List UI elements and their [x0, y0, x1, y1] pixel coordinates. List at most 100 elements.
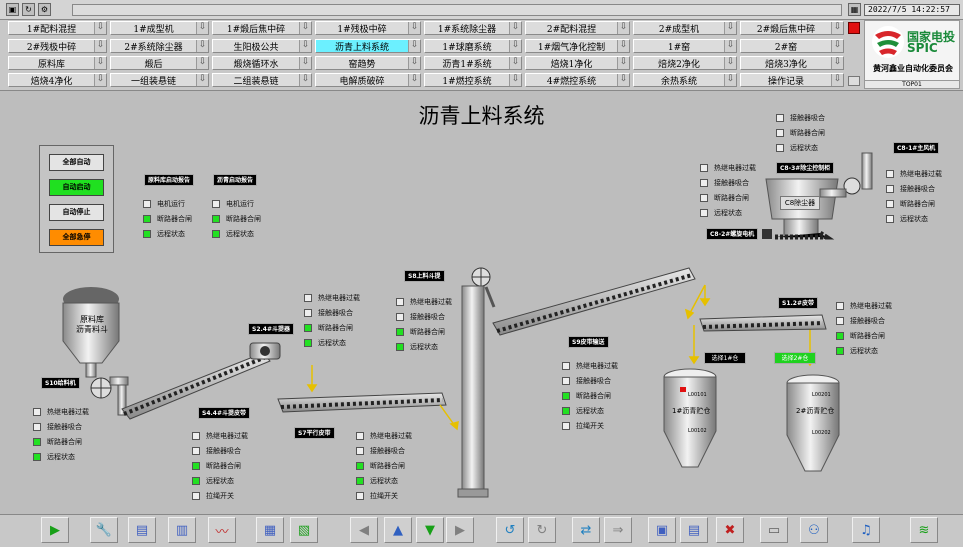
- silo-2[interactable]: [786, 374, 840, 472]
- arrow-down-icon[interactable]: ⇩: [408, 74, 420, 86]
- list-icon[interactable]: ▤: [128, 517, 156, 543]
- arrow-down-icon[interactable]: ⇩: [94, 22, 106, 34]
- tag-s2[interactable]: S2.4#斗提器: [248, 323, 294, 335]
- nav-button[interactable]: 2#系统除尘器 ⇩: [110, 39, 209, 53]
- switch-icon[interactable]: ⇄: [572, 517, 600, 543]
- arrow-down-icon[interactable]: ⇩: [831, 74, 843, 86]
- nav-button[interactable]: 操作记录 ⇩: [740, 73, 844, 87]
- tag-c8-panel[interactable]: C8-3#除尘控制柜: [776, 162, 835, 174]
- alarm-indicator[interactable]: [848, 22, 860, 34]
- tag-s9[interactable]: S9皮带输送: [568, 336, 609, 348]
- arrow-down-icon[interactable]: ⇩: [299, 40, 311, 52]
- nav-button[interactable]: 煅后 ⇩: [110, 56, 209, 70]
- report-icon[interactable]: ▥: [168, 517, 196, 543]
- arrow-down-icon[interactable]: ⇩: [831, 22, 843, 34]
- settings-icon[interactable]: ⚙: [38, 3, 51, 16]
- arrow-down-icon[interactable]: ⇩: [299, 74, 311, 86]
- arrow-down-icon[interactable]: ⇩: [94, 40, 106, 52]
- nav-button[interactable]: 原料库 ⇩: [8, 56, 107, 70]
- tag-pitch-start[interactable]: 沥青启动报告: [213, 174, 258, 186]
- arrow-down-icon[interactable]: ⇩: [724, 57, 736, 69]
- nav-button[interactable]: 焙烧1净化 ⇩: [525, 56, 630, 70]
- arrow-down-icon[interactable]: ⇩: [617, 57, 629, 69]
- select-silo-1[interactable]: 选择1#仓: [704, 352, 746, 364]
- silo-1[interactable]: [663, 368, 717, 468]
- tag-s10[interactable]: S10给料机: [41, 377, 80, 389]
- nav-button[interactable]: 沥青上料系统 ⇩: [315, 39, 421, 53]
- arrow-down-icon[interactable]: ⇩: [617, 74, 629, 86]
- arrow-down-icon[interactable]: ⇩: [196, 57, 208, 69]
- right-arrow-icon[interactable]: ▶: [446, 517, 474, 543]
- tag-s1[interactable]: S1.2#皮带: [778, 297, 818, 309]
- nav-button[interactable]: 1#残极中碎 ⇩: [315, 21, 421, 35]
- nav-button[interactable]: 2#成型机 ⇩: [633, 21, 737, 35]
- nav-button[interactable]: 1#成型机 ⇩: [110, 21, 209, 35]
- down-arrow-icon[interactable]: ▼: [416, 517, 444, 543]
- address-bar[interactable]: [72, 4, 842, 16]
- nav-button[interactable]: 1#烟气净化控制 ⇩: [525, 39, 630, 53]
- minimize-icon[interactable]: [848, 76, 860, 86]
- nav-button[interactable]: 1#球磨系统 ⇩: [424, 39, 522, 53]
- arrow-down-icon[interactable]: ⇩: [509, 40, 521, 52]
- copy-icon[interactable]: ▣: [648, 517, 676, 543]
- nav-button[interactable]: 4#燃控系统 ⇩: [525, 73, 630, 87]
- arrow-down-icon[interactable]: ⇩: [196, 74, 208, 86]
- nav-button[interactable]: 1#燃控系统 ⇩: [424, 73, 522, 87]
- s1-belt-conveyor[interactable]: [699, 314, 827, 332]
- tool-icon[interactable]: 🔧: [90, 517, 118, 543]
- arrow-down-icon[interactable]: ⇩: [509, 74, 521, 86]
- s9-belt-conveyor[interactable]: [492, 267, 696, 336]
- nav-button[interactable]: 2#煅后焦中碎 ⇩: [740, 21, 844, 35]
- arrow-down-icon[interactable]: ⇩: [724, 40, 736, 52]
- nav-button[interactable]: 余热系统 ⇩: [633, 73, 737, 87]
- select-silo-2[interactable]: 选择2#仓: [774, 352, 816, 364]
- undo-icon[interactable]: ↺: [496, 517, 524, 543]
- arrow-down-icon[interactable]: ⇩: [509, 22, 521, 34]
- nav-button[interactable]: 焙烧2净化 ⇩: [633, 56, 737, 70]
- nav-button[interactable]: 生阳极公共 ⇩: [212, 39, 312, 53]
- nav-button[interactable]: 1#煅后焦中碎 ⇩: [212, 21, 312, 35]
- arrow-down-icon[interactable]: ⇩: [94, 74, 106, 86]
- wave-icon[interactable]: ≋: [910, 517, 938, 543]
- arrow-down-icon[interactable]: ⇩: [831, 40, 843, 52]
- arrow-down-icon[interactable]: ⇩: [831, 57, 843, 69]
- arrow-down-icon[interactable]: ⇩: [299, 57, 311, 69]
- play-icon[interactable]: ▶: [41, 517, 69, 543]
- s7-parallel-belt[interactable]: [277, 392, 447, 413]
- arrow-down-icon[interactable]: ⇩: [196, 40, 208, 52]
- nav-button[interactable]: 二组装悬链 ⇩: [212, 73, 312, 87]
- nav-button[interactable]: 1#窑 ⇩: [633, 39, 737, 53]
- arrow-down-icon[interactable]: ⇩: [617, 22, 629, 34]
- nav-button[interactable]: 电解质破碎 ⇩: [315, 73, 421, 87]
- arrow-down-icon[interactable]: ⇩: [724, 74, 736, 86]
- tag-s8[interactable]: S8上料斗提: [404, 270, 445, 282]
- forward-icon[interactable]: ⇒: [604, 517, 632, 543]
- arrow-down-icon[interactable]: ⇩: [408, 22, 420, 34]
- arrow-down-icon[interactable]: ⇩: [724, 22, 736, 34]
- sound-icon[interactable]: ♫: [852, 517, 880, 543]
- redo-icon[interactable]: ↻: [528, 517, 556, 543]
- arrow-down-icon[interactable]: ⇩: [94, 57, 106, 69]
- nav-button[interactable]: 2#配料混捏 ⇩: [525, 21, 630, 35]
- nav-button[interactable]: 1#配料混捏 ⇩: [8, 21, 107, 35]
- nav-button[interactable]: 2#窑 ⇩: [740, 39, 844, 53]
- arrow-down-icon[interactable]: ⇩: [408, 57, 420, 69]
- calendar-icon[interactable]: ▦: [848, 3, 861, 16]
- export-icon[interactable]: ▧: [290, 517, 318, 543]
- nav-button[interactable]: 煅烧循环水 ⇩: [212, 56, 312, 70]
- nav-button[interactable]: 一组装悬链 ⇩: [110, 73, 209, 87]
- s8-bucket-elevator[interactable]: [457, 267, 496, 498]
- print-icon[interactable]: ▭: [760, 517, 788, 543]
- trend-icon[interactable]: 〰: [208, 517, 236, 543]
- tag-s7[interactable]: S7平行皮带: [294, 427, 335, 439]
- table-icon[interactable]: ▦: [256, 517, 284, 543]
- arrow-down-icon[interactable]: ⇩: [509, 57, 521, 69]
- left-arrow-icon[interactable]: ◀: [350, 517, 378, 543]
- nav-button[interactable]: 沥青1#系统 ⇩: [424, 56, 522, 70]
- arrow-down-icon[interactable]: ⇩: [196, 22, 208, 34]
- arrow-down-icon[interactable]: ⇩: [299, 22, 311, 34]
- nav-button[interactable]: 2#残极中碎 ⇩: [8, 39, 107, 53]
- home-icon[interactable]: ▣: [6, 3, 19, 16]
- tag-raw-start[interactable]: 原料库启动报告: [144, 174, 195, 186]
- delete-icon[interactable]: ✖: [716, 517, 744, 543]
